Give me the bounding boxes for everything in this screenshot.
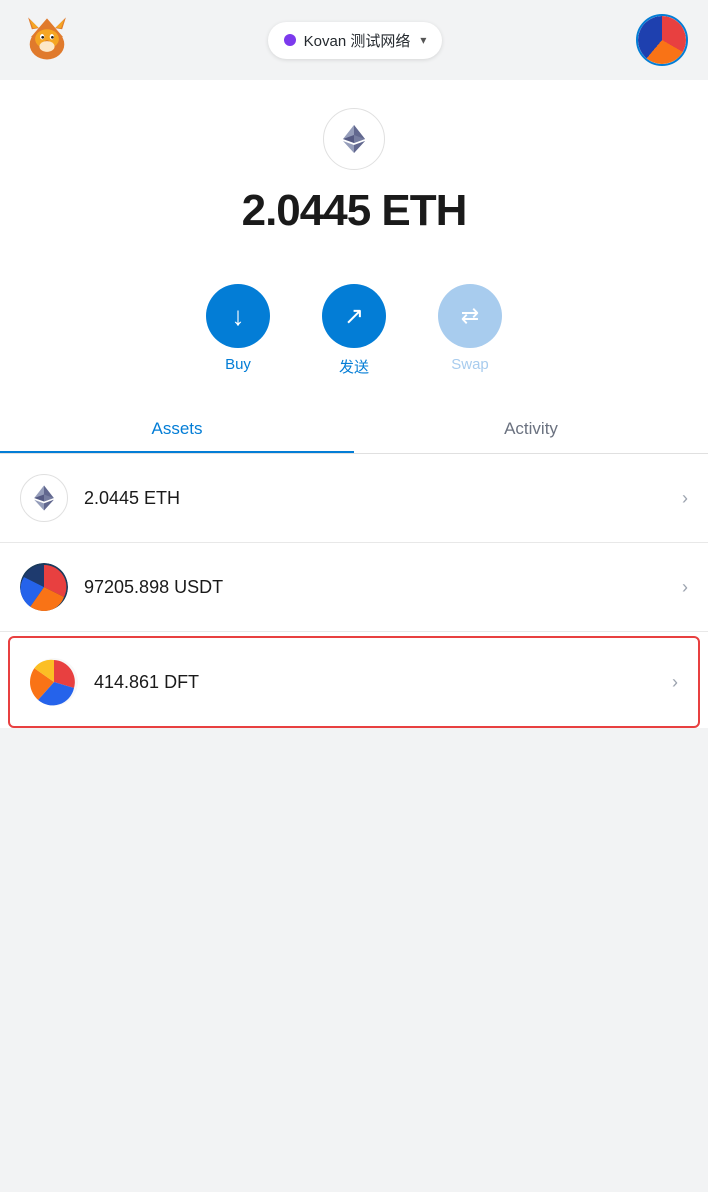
asset-list: 2.0445 ETH › 97205.898 USDT ›: [0, 454, 708, 728]
avatar-graphic: [638, 16, 686, 64]
balance-section: 2.0445 ETH: [0, 80, 708, 260]
eth-logo-circle: [323, 108, 385, 170]
asset-item-usdt[interactable]: 97205.898 USDT ›: [0, 543, 708, 632]
swap-icon: ⇄: [461, 303, 479, 329]
send-label: 发送: [339, 356, 369, 377]
usdt-token-icon: [20, 563, 68, 611]
eth-balance-label: 2.0445 ETH: [84, 488, 682, 509]
actions-row: ↓ Buy ↗ 发送 ⇄ Swap: [0, 260, 708, 405]
chevron-down-icon: ▾: [420, 33, 426, 47]
tab-bar: Assets Activity: [0, 405, 708, 454]
tab-assets[interactable]: Assets: [0, 405, 354, 453]
buy-label: Buy: [225, 356, 251, 373]
header: Kovan 测试网络 ▾: [0, 0, 708, 80]
asset-item-eth[interactable]: 2.0445 ETH ›: [0, 454, 708, 543]
network-selector[interactable]: Kovan 测试网络 ▾: [268, 22, 443, 59]
swap-btn-circle: ⇄: [438, 284, 502, 348]
download-icon: ↓: [232, 301, 245, 332]
buy-btn-circle: ↓: [206, 284, 270, 348]
network-status-dot: [284, 34, 296, 46]
account-avatar[interactable]: [636, 14, 688, 66]
balance-display: 2.0445 ETH: [242, 186, 467, 236]
dft-icon-graphic: [30, 658, 78, 706]
ethereum-icon: [336, 121, 372, 157]
usdt-icon-graphic: [20, 563, 68, 611]
dft-row-chevron: ›: [672, 672, 678, 693]
tab-activity[interactable]: Activity: [354, 405, 708, 453]
eth-row-chevron: ›: [682, 488, 688, 509]
metamask-logo: [20, 13, 74, 67]
send-button[interactable]: ↗ 发送: [322, 284, 386, 377]
asset-item-dft[interactable]: 414.861 DFT ›: [8, 636, 700, 728]
eth-token-icon: [20, 474, 68, 522]
network-name-label: Kovan 测试网络: [304, 30, 411, 51]
buy-button[interactable]: ↓ Buy: [206, 284, 270, 377]
swap-button[interactable]: ⇄ Swap: [438, 284, 502, 377]
main-content: 2.0445 ETH ↓ Buy ↗ 发送 ⇄ Swap Assets A: [0, 80, 708, 728]
eth-icon-small: [28, 482, 60, 514]
send-arrow-icon: ↗: [344, 302, 364, 331]
send-btn-circle: ↗: [322, 284, 386, 348]
usdt-balance-label: 97205.898 USDT: [84, 577, 682, 598]
swap-label: Swap: [451, 356, 489, 373]
dft-balance-label: 414.861 DFT: [94, 672, 672, 693]
usdt-row-chevron: ›: [682, 577, 688, 598]
dft-token-icon: [30, 658, 78, 706]
